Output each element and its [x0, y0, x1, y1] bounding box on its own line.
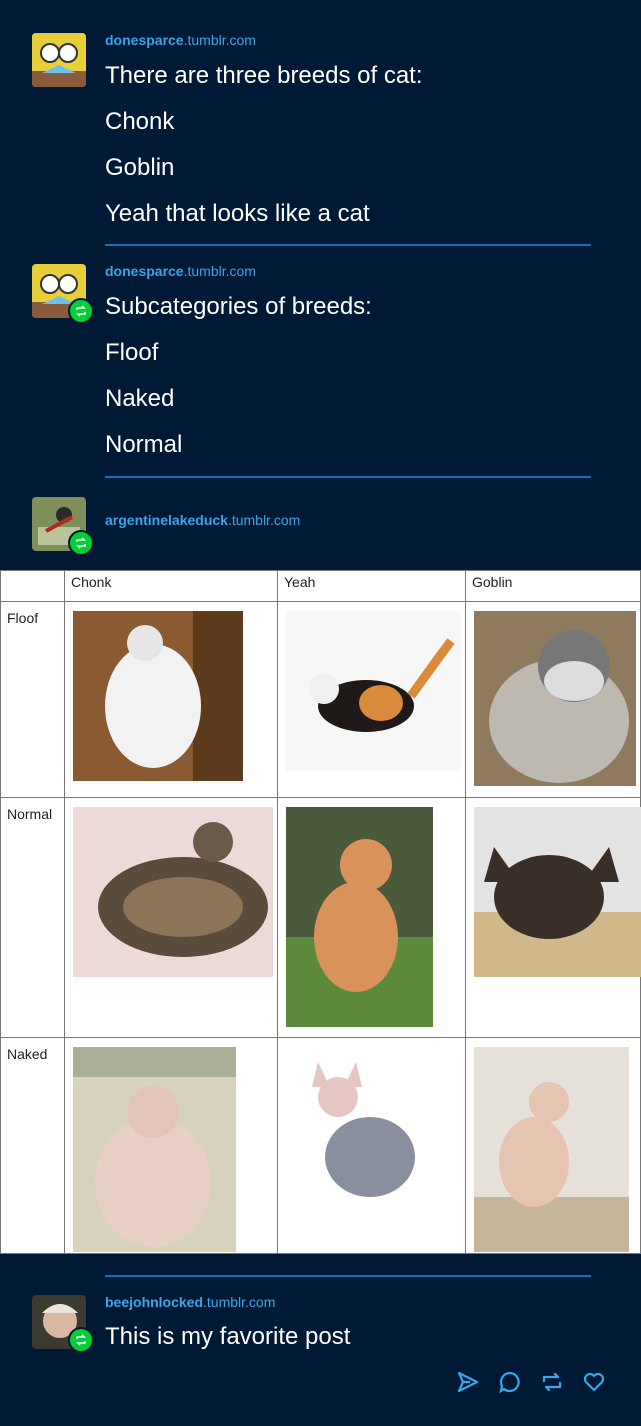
cat-photo — [474, 807, 641, 977]
post-text-line: There are three breeds of cat: — [105, 62, 423, 89]
cat-photo — [298, 1047, 438, 1222]
reply-icon[interactable] — [498, 1370, 522, 1394]
reblog-badge-icon — [68, 298, 94, 324]
column-header: Goblin — [465, 570, 641, 602]
row-header: Normal — [0, 797, 65, 1038]
post-text-line: Chonk — [105, 108, 175, 135]
row-header: Floof — [0, 601, 65, 798]
divider — [105, 1275, 591, 1277]
cat-photo — [474, 611, 636, 786]
username-link[interactable]: donesparce.tumblr.com — [105, 32, 256, 48]
post-text-line: Naked — [105, 385, 175, 412]
cat-photo — [474, 1047, 629, 1252]
table-cell — [64, 601, 278, 798]
post-text-line: Yeah that looks like a cat — [105, 200, 370, 227]
cat-photo — [73, 807, 273, 977]
cat-photo — [73, 611, 243, 781]
table-cell — [277, 797, 466, 1038]
cat-breed-table: Chonk Yeah Goblin Floof Normal Naked — [0, 570, 641, 1254]
reblog-badge-icon — [68, 530, 94, 556]
username-link[interactable]: argentinelakeduck.tumblr.com — [105, 512, 300, 528]
post-actions — [456, 1370, 606, 1394]
column-header: Yeah — [277, 570, 466, 602]
cat-photo — [286, 611, 461, 771]
post-text-line: This is my favorite post — [105, 1323, 351, 1350]
table-cell — [465, 601, 641, 798]
table-cell — [277, 601, 466, 798]
row-header: Naked — [0, 1037, 65, 1254]
table-cell — [465, 1037, 641, 1254]
post-text-line: Goblin — [105, 154, 175, 181]
share-icon[interactable] — [456, 1370, 480, 1394]
post-text-line: Subcategories of breeds: — [105, 293, 372, 320]
column-header: Chonk — [64, 570, 278, 602]
divider — [105, 476, 591, 478]
cat-photo — [73, 1047, 236, 1252]
divider — [105, 244, 591, 246]
avatar[interactable] — [32, 33, 86, 87]
table-cell — [465, 797, 641, 1038]
cat-photo — [286, 807, 433, 1027]
username-link[interactable]: beejohnlocked.tumblr.com — [105, 1294, 275, 1310]
username-link[interactable]: donesparce.tumblr.com — [105, 263, 256, 279]
reblog-badge-icon — [68, 1327, 94, 1353]
post-text-line: Floof — [105, 339, 159, 366]
post-text-line: Normal — [105, 431, 183, 458]
reblog-icon[interactable] — [540, 1370, 564, 1394]
table-cell — [64, 1037, 278, 1254]
table-corner-cell — [0, 570, 65, 602]
table-cell — [277, 1037, 466, 1254]
table-cell — [64, 797, 278, 1038]
avatar-image — [32, 33, 86, 87]
like-icon[interactable] — [582, 1370, 606, 1394]
